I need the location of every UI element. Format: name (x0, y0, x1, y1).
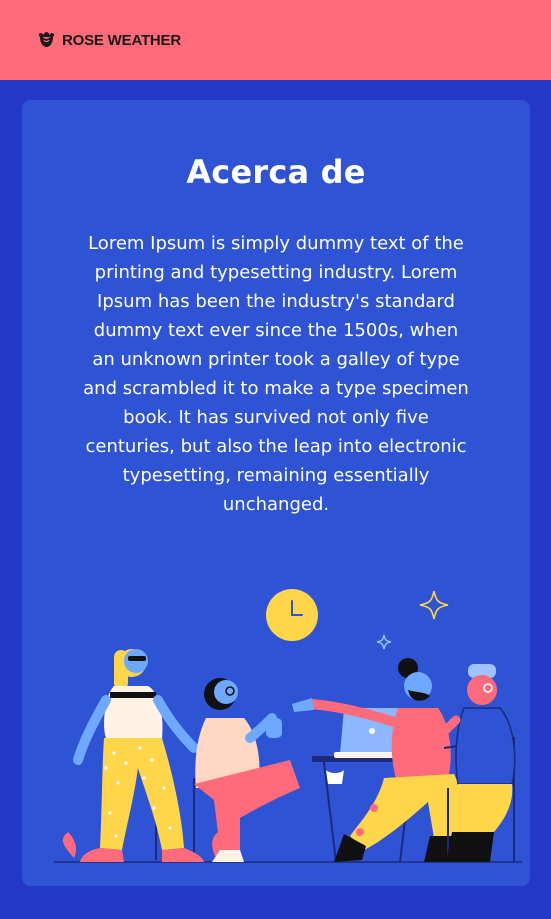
sparkle-icon (376, 590, 449, 650)
about-description: Lorem Ipsum is simply dummy text of the … (83, 233, 469, 515)
top-bar: ROSE WEATHER (0, 0, 551, 80)
rose-icon (37, 31, 56, 50)
clock-icon (266, 589, 318, 641)
brand-logo[interactable]: ROSE WEATHER (37, 31, 181, 50)
about-card: Acerca de Lorem Ipsum is simply dummy te… (22, 100, 530, 886)
brand-name: ROSE WEATHER (62, 31, 181, 49)
people-meeting-illustration (54, 589, 522, 863)
page-title: Acerca de (186, 153, 366, 191)
person-standing (73, 649, 204, 862)
person-sitting-left (194, 678, 300, 862)
